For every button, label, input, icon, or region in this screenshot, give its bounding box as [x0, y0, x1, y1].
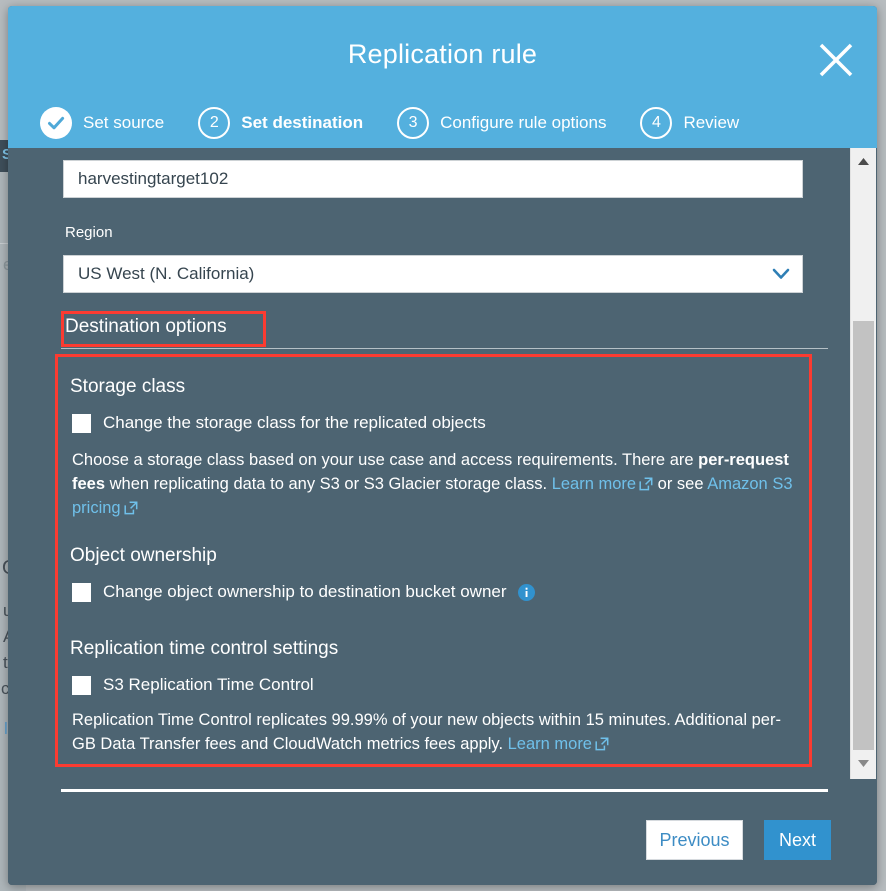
- destination-options-heading: Destination options: [65, 316, 227, 337]
- modal-footer: Previous Next: [8, 779, 877, 885]
- rtc-checkbox[interactable]: [72, 675, 91, 695]
- rtc-desc-part-1: Replication Time Control replicates 99.9…: [72, 711, 781, 753]
- scroll-up-arrow-icon[interactable]: [851, 151, 876, 171]
- storage-class-title: Storage class: [70, 376, 186, 397]
- replication-rule-modal: Replication rule Set source 2 Set destin…: [8, 6, 877, 885]
- step-3-label: Configure rule options: [440, 113, 607, 132]
- rtc-description: Replication Time Control replicates 99.9…: [72, 708, 795, 756]
- replication-time-control-title: Replication time control settings: [70, 638, 339, 659]
- step-4-label: Review: [683, 113, 740, 132]
- region-select-value: US West (N. California): [78, 264, 255, 283]
- object-ownership-title: Object ownership: [70, 545, 217, 566]
- rtc-learn-more-link[interactable]: Learn more: [508, 735, 592, 753]
- storage-class-checkbox[interactable]: [72, 413, 91, 433]
- rtc-checkbox-label: S3 Replication Time Control: [103, 675, 314, 694]
- close-button[interactable]: [815, 39, 857, 81]
- section-divider: [61, 348, 828, 349]
- object-ownership-checkbox-label: Change object ownership to destination b…: [103, 582, 507, 601]
- next-button[interactable]: Next: [764, 820, 831, 860]
- step-configure-rule-options[interactable]: 3 Configure rule options: [397, 107, 606, 139]
- step-1-marker: [40, 107, 72, 139]
- step-3-marker: 3: [397, 107, 430, 139]
- storage-desc-part-2: when replicating data to any S3 or S3 Gl…: [105, 475, 552, 493]
- step-set-destination[interactable]: 2 Set destination: [198, 107, 363, 139]
- scrollbar-thumb[interactable]: [853, 321, 874, 750]
- modal-scroll-area: harvestingtarget102 Region US West (N. C…: [8, 148, 877, 779]
- page-title: Replication rule: [347, 39, 538, 69]
- scroll-down-arrow-icon[interactable]: [851, 753, 876, 773]
- step-review[interactable]: 4 Review: [640, 107, 739, 139]
- wizard-steps: Set source 2 Set destination 3 Configure…: [40, 107, 773, 139]
- step-4-marker: 4: [640, 107, 673, 139]
- step-1-label: Set source: [83, 113, 165, 132]
- previous-button[interactable]: Previous: [646, 820, 743, 860]
- external-link-icon: [124, 498, 138, 515]
- storage-class-checkbox-label: Change the storage class for the replica…: [103, 413, 486, 432]
- screenshot-root: S e O u A t c l Replication rule: [0, 0, 886, 891]
- external-link-icon: [639, 474, 653, 491]
- info-icon[interactable]: [517, 583, 535, 601]
- object-ownership-checkbox-row[interactable]: Change object ownership to destination b…: [72, 582, 535, 602]
- footer-divider: [61, 789, 828, 792]
- check-icon: [44, 111, 68, 135]
- bucket-name-input[interactable]: harvestingtarget102: [63, 160, 803, 198]
- modal-header: Replication rule Set source 2 Set destin…: [8, 6, 877, 148]
- external-link-icon: [595, 734, 609, 751]
- close-icon: [819, 43, 853, 77]
- step-2-label: Set destination: [241, 113, 364, 132]
- rtc-checkbox-row[interactable]: S3 Replication Time Control: [72, 675, 314, 695]
- object-ownership-checkbox[interactable]: [72, 582, 91, 602]
- storage-desc-part-1: Choose a storage class based on your use…: [72, 451, 699, 469]
- step-2-marker: 2: [198, 107, 231, 139]
- step-set-source[interactable]: Set source: [40, 107, 164, 139]
- chevron-down-icon: [772, 267, 790, 286]
- storage-desc-part-3: or see: [653, 475, 708, 493]
- vertical-scrollbar[interactable]: [850, 148, 876, 779]
- storage-class-checkbox-row[interactable]: Change the storage class for the replica…: [72, 413, 486, 433]
- region-select[interactable]: US West (N. California): [63, 255, 803, 293]
- storage-class-description: Choose a storage class based on your use…: [72, 448, 795, 520]
- region-label: Region: [65, 224, 113, 241]
- storage-learn-more-link[interactable]: Learn more: [552, 475, 636, 493]
